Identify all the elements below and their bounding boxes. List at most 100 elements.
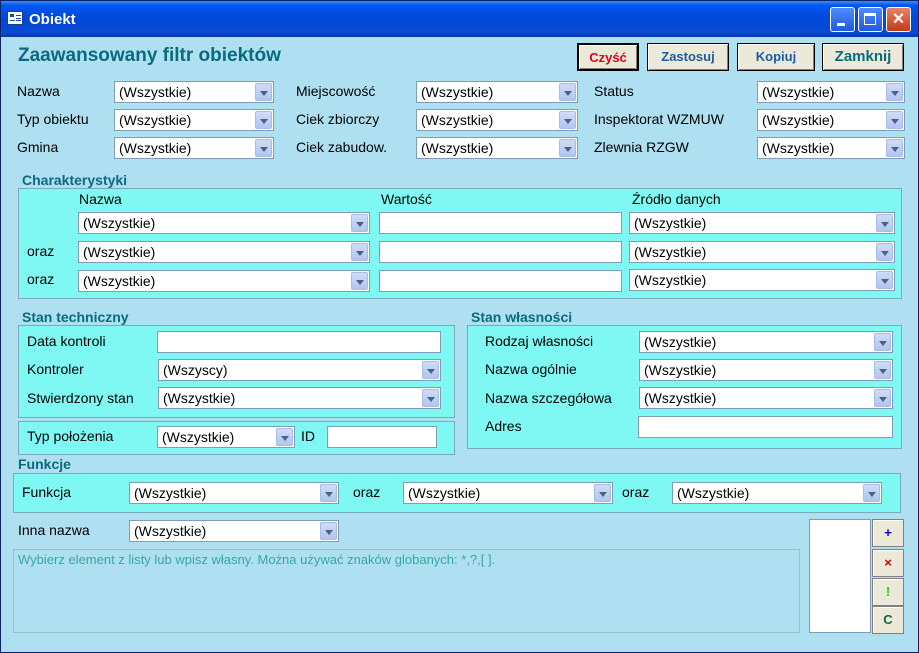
inna-nazwa-value: (Wszystkie) xyxy=(134,523,207,539)
char-nazwa-combo-1[interactable]: (Wszystkie) xyxy=(78,212,370,234)
chevron-down-icon[interactable] xyxy=(320,522,337,540)
title-bar: Obiekt × xyxy=(1,1,918,37)
char-nazwa-combo-3[interactable]: (Wszystkie) xyxy=(78,270,370,292)
list-box[interactable] xyxy=(809,519,871,633)
stwierdzony-stan-label: Stwierdzony stan xyxy=(27,390,134,406)
nazwa-ogolnie-combo[interactable]: (Wszystkie) xyxy=(639,359,893,381)
typ-obiektu-value: (Wszystkie) xyxy=(119,112,192,128)
char-wartosc-input-1[interactable] xyxy=(379,212,622,234)
data-kontroli-input[interactable] xyxy=(157,331,441,353)
funkcja-value: (Wszystkie) xyxy=(677,485,750,501)
typ-obiektu-label: Typ obiektu xyxy=(17,111,89,127)
char-nazwa-combo-2[interactable]: (Wszystkie) xyxy=(78,241,370,263)
chevron-down-icon[interactable] xyxy=(886,83,903,101)
apply-button[interactable]: Zastosuj xyxy=(647,43,729,71)
ciek-zbiorczy-label: Ciek zbiorczy xyxy=(296,111,380,127)
col-wartosc-header: Wartość xyxy=(381,191,432,207)
ciek-zabudow-combo[interactable]: (Wszystkie) xyxy=(416,137,578,159)
chevron-down-icon[interactable] xyxy=(863,484,880,502)
id-label: ID xyxy=(301,428,315,444)
inna-nazwa-combo[interactable]: (Wszystkie) xyxy=(129,520,339,542)
funkcja-value: (Wszystkie) xyxy=(408,485,481,501)
copy-button[interactable]: Kopiuj xyxy=(737,43,815,71)
delete-button[interactable]: × xyxy=(872,549,904,577)
char-zrodlo-combo-1[interactable]: (Wszystkie) xyxy=(629,212,895,234)
funkcja-value: (Wszystkie) xyxy=(134,485,207,501)
char-nazwa-value: (Wszystkie) xyxy=(83,244,156,260)
rodzaj-wlasnosci-combo[interactable]: (Wszystkie) xyxy=(639,331,893,353)
chevron-down-icon[interactable] xyxy=(255,111,272,129)
clear-button[interactable]: Czyść xyxy=(577,43,639,71)
inspektorat-label: Inspektorat WZMUW xyxy=(594,111,724,127)
stwierdzony-stan-value: (Wszystkie) xyxy=(163,390,236,406)
add-button[interactable]: + xyxy=(872,519,904,547)
char-zrodlo-value: (Wszystkie) xyxy=(634,244,707,260)
charakterystyki-title: Charakterystyki xyxy=(22,172,128,188)
chevron-down-icon[interactable] xyxy=(886,139,903,157)
chevron-down-icon[interactable] xyxy=(422,361,439,379)
hint-text: Wybierz element z listy lub wpisz własny… xyxy=(13,549,800,633)
status-label: Status xyxy=(594,83,634,99)
nazwa-combo[interactable]: (Wszystkie) xyxy=(114,81,274,103)
char-wartosc-input-3[interactable] xyxy=(379,270,622,292)
status-value: (Wszystkie) xyxy=(762,84,835,100)
gmina-value: (Wszystkie) xyxy=(119,140,192,156)
close-window-button[interactable]: × xyxy=(886,7,911,32)
kontroler-combo[interactable]: (Wszyscy) xyxy=(158,359,441,381)
c-button[interactable]: C xyxy=(872,606,904,634)
inspektorat-combo[interactable]: (Wszystkie) xyxy=(757,109,905,131)
char-zrodlo-combo-2[interactable]: (Wszystkie) xyxy=(629,241,895,263)
adres-input[interactable] xyxy=(638,416,893,438)
chevron-down-icon[interactable] xyxy=(876,214,893,232)
stan-techniczny-title: Stan techniczny xyxy=(22,309,129,325)
char-wartosc-input-2[interactable] xyxy=(379,241,622,263)
zlewnia-combo[interactable]: (Wszystkie) xyxy=(757,137,905,159)
chevron-down-icon[interactable] xyxy=(255,139,272,157)
chevron-down-icon[interactable] xyxy=(876,243,893,261)
funkcja-oraz-label: oraz xyxy=(353,484,381,500)
minimize-button[interactable] xyxy=(830,7,855,32)
chevron-down-icon[interactable] xyxy=(886,111,903,129)
close-button[interactable]: Zamknij xyxy=(822,43,904,71)
nazwa-szczegolowa-combo[interactable]: (Wszystkie) xyxy=(639,387,893,409)
chevron-down-icon[interactable] xyxy=(351,214,368,232)
nazwa-value: (Wszystkie) xyxy=(119,84,192,100)
data-kontroli-label: Data kontroli xyxy=(27,333,106,349)
chevron-down-icon[interactable] xyxy=(422,389,439,407)
nazwa-ogolnie-value: (Wszystkie) xyxy=(644,362,717,378)
gmina-label: Gmina xyxy=(17,139,59,155)
chevron-down-icon[interactable] xyxy=(874,333,891,351)
chevron-down-icon[interactable] xyxy=(559,111,576,129)
chevron-down-icon[interactable] xyxy=(351,272,368,290)
gmina-combo[interactable]: (Wszystkie) xyxy=(114,137,274,159)
chevron-down-icon[interactable] xyxy=(276,428,293,446)
typ-obiektu-combo[interactable]: (Wszystkie) xyxy=(114,109,274,131)
nazwa-ogolnie-label: Nazwa ogólnie xyxy=(485,361,577,377)
maximize-button[interactable] xyxy=(858,7,883,32)
stwierdzony-stan-combo[interactable]: (Wszystkie) xyxy=(158,387,441,409)
form-window: Obiekt × Zaawansowany filtr obiektów Czy… xyxy=(0,0,919,653)
chevron-down-icon[interactable] xyxy=(874,361,891,379)
exclamation-button[interactable]: ! xyxy=(872,578,904,606)
stan-wlasnosci-title: Stan własności xyxy=(471,309,573,325)
chevron-down-icon[interactable] xyxy=(594,484,611,502)
chevron-down-icon[interactable] xyxy=(874,389,891,407)
chevron-down-icon[interactable] xyxy=(876,271,893,289)
chevron-down-icon[interactable] xyxy=(559,139,576,157)
miejscowosc-combo[interactable]: (Wszystkie) xyxy=(416,81,578,103)
funkcja-combo-1[interactable]: (Wszystkie) xyxy=(129,482,339,504)
char-zrodlo-combo-3[interactable]: (Wszystkie) xyxy=(629,269,895,291)
oraz-label: oraz xyxy=(27,243,55,259)
funkcja-combo-2[interactable]: (Wszystkie) xyxy=(403,482,613,504)
typ-polozenia-combo[interactable]: (Wszystkie) xyxy=(157,426,295,448)
id-input[interactable] xyxy=(327,426,437,448)
col-nazwa-header: Nazwa xyxy=(79,191,122,207)
chevron-down-icon[interactable] xyxy=(320,484,337,502)
chevron-down-icon[interactable] xyxy=(559,83,576,101)
chevron-down-icon[interactable] xyxy=(255,83,272,101)
funkcja-combo-3[interactable]: (Wszystkie) xyxy=(672,482,882,504)
chevron-down-icon[interactable] xyxy=(351,243,368,261)
miejscowosc-label: Miejscowość xyxy=(296,83,376,99)
ciek-zbiorczy-combo[interactable]: (Wszystkie) xyxy=(416,109,578,131)
status-combo[interactable]: (Wszystkie) xyxy=(757,81,905,103)
